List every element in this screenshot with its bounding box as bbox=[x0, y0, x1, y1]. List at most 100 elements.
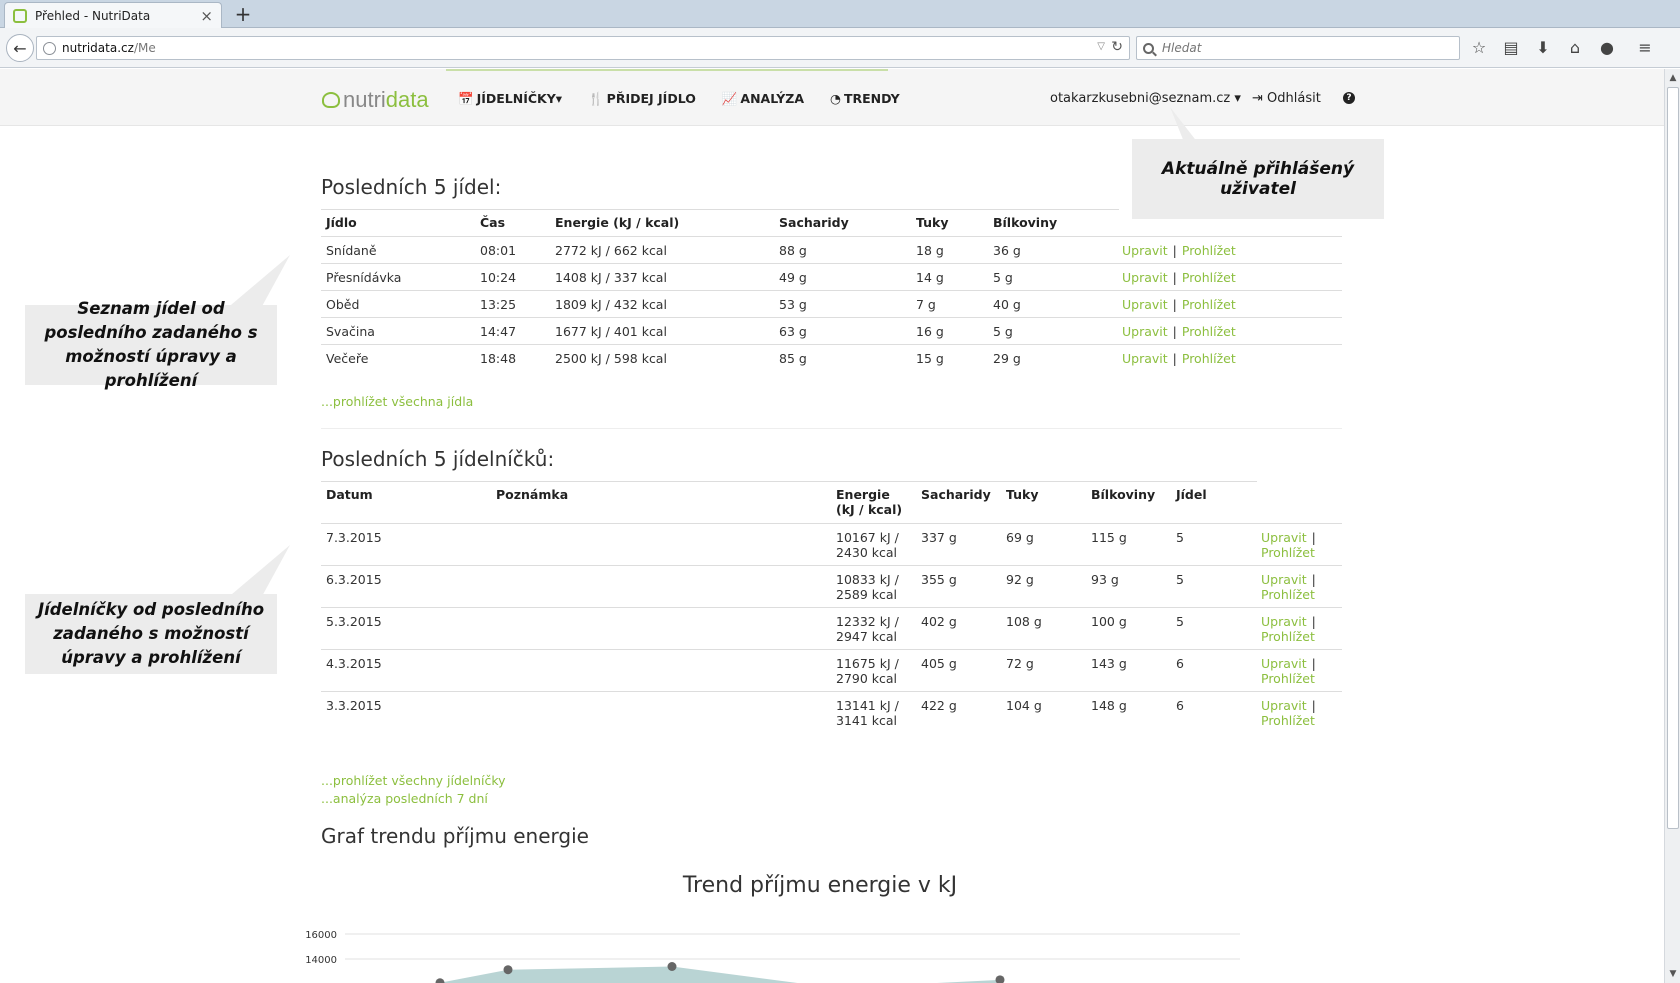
view-link[interactable]: Prohlížet bbox=[1182, 351, 1236, 366]
table-header-row: Jídlo Čas Energie (kJ / kcal) Sacharidy … bbox=[321, 210, 1342, 237]
menu-item-analyza[interactable]: 📈 ANALÝZA bbox=[722, 91, 804, 107]
edit-link[interactable]: Upravit bbox=[1122, 243, 1168, 258]
chat-icon[interactable]: ● bbox=[1596, 38, 1618, 60]
meal-energy-cell: 1677 kJ / 401 kcal bbox=[550, 317, 774, 345]
menu-protein-cell: 100 g bbox=[1086, 607, 1171, 650]
table-row: 4.3.2015 11675 kJ /2790 kcal 405 g 72 g 143 … bbox=[321, 649, 1342, 692]
view-link[interactable]: Prohlížet bbox=[1182, 270, 1236, 285]
view-link[interactable]: Prohlížet bbox=[1261, 545, 1315, 560]
column-header: Jídel bbox=[1171, 482, 1256, 524]
column-header-actions bbox=[1117, 210, 1342, 237]
meal-name-cell: Oběd bbox=[321, 290, 475, 318]
url-path: /Me bbox=[133, 41, 156, 55]
data-point[interactable] bbox=[503, 965, 513, 975]
edit-link[interactable]: Upravit bbox=[1261, 656, 1307, 671]
scroll-up-icon[interactable]: ▲ bbox=[1667, 71, 1679, 85]
edit-link[interactable]: Upravit bbox=[1122, 351, 1168, 366]
scroll-down-icon[interactable]: ▼ bbox=[1667, 967, 1679, 981]
meal-carbs-cell: 49 g bbox=[774, 263, 911, 291]
help-icon[interactable]: ? bbox=[1343, 92, 1355, 104]
view-link[interactable]: Prohlížet bbox=[1182, 324, 1236, 339]
annotation-meals: Seznam jídel od posledního zadaného s mo… bbox=[25, 299, 277, 390]
view-link[interactable]: Prohlížet bbox=[1182, 297, 1236, 312]
edit-link[interactable]: Upravit bbox=[1261, 530, 1307, 545]
chart-title: Trend příjmu energie v kJ bbox=[682, 873, 958, 898]
meal-fat-cell: 15 g bbox=[911, 344, 988, 371]
view-all-menus-link[interactable]: ...prohlížet všechny jídelníčky bbox=[321, 773, 506, 788]
bookmark-star-icon[interactable]: ☆ bbox=[1468, 38, 1490, 60]
meal-fat-cell: 16 g bbox=[911, 317, 988, 345]
reading-list-icon[interactable]: ▤ bbox=[1500, 38, 1522, 60]
analysis-last-7-days-link[interactable]: ...analýza posledních 7 dní bbox=[321, 791, 488, 806]
logout-link[interactable]: ⇥ Odhlásit bbox=[1252, 91, 1321, 106]
view-link[interactable]: Prohlížet bbox=[1182, 243, 1236, 258]
link-separator: | bbox=[1311, 614, 1316, 629]
table-row: 3.3.2015 13141 kJ /3141 kcal 422 g 104 g 148… bbox=[321, 691, 1342, 733]
download-icon[interactable]: ⬇ bbox=[1532, 38, 1554, 60]
meals-table: Jídlo Čas Energie (kJ / kcal) Sacharidy … bbox=[321, 210, 1342, 371]
home-icon[interactable]: ⌂ bbox=[1564, 38, 1586, 60]
data-point[interactable] bbox=[435, 978, 445, 983]
menu-date-cell: 6.3.2015 bbox=[321, 565, 491, 608]
menu-item-jidelnicky[interactable]: 📅 JÍDELNÍČKY▾ bbox=[458, 91, 562, 107]
view-all-meals-link[interactable]: ...prohlížet všechna jídla bbox=[321, 394, 473, 409]
user-menu-dropdown[interactable]: otakarzkusebni@seznam.cz ▾ bbox=[1050, 91, 1241, 106]
link-separator: | bbox=[1172, 324, 1177, 339]
close-tab-icon[interactable]: × bbox=[200, 7, 213, 25]
view-link[interactable]: Prohlížet bbox=[1261, 587, 1315, 602]
row-actions: Upravit | Prohlížet bbox=[1117, 344, 1342, 371]
data-point[interactable] bbox=[995, 975, 1005, 983]
meal-fat-cell: 14 g bbox=[911, 263, 988, 291]
series-area bbox=[440, 966, 1000, 983]
view-link[interactable]: Prohlížet bbox=[1261, 671, 1315, 686]
hamburger-menu-icon[interactable]: ≡ bbox=[1634, 38, 1656, 60]
tab-title: Přehled - NutriData bbox=[35, 8, 151, 23]
menu-fat-cell: 104 g bbox=[1001, 691, 1086, 733]
calendar-icon: 📅 bbox=[458, 91, 474, 106]
scrollbar-thumb[interactable] bbox=[1667, 87, 1679, 829]
edit-link[interactable]: Upravit bbox=[1122, 297, 1168, 312]
browser-tab[interactable]: Přehled - NutriData × bbox=[4, 2, 222, 28]
menu-item-trendy[interactable]: ◔ TRENDY bbox=[830, 91, 900, 107]
view-link[interactable]: Prohlížet bbox=[1261, 629, 1315, 644]
column-header: Datum bbox=[321, 482, 491, 524]
menus-table: Datum Poznámka Energie (kJ / kcal) Sacha… bbox=[321, 482, 1342, 733]
edit-link[interactable]: Upravit bbox=[1261, 572, 1307, 587]
meal-protein-cell: 36 g bbox=[993, 243, 1021, 258]
data-point[interactable] bbox=[667, 962, 677, 971]
url-bar[interactable]: nutridata.cz/Me ▽ ↻ bbox=[36, 36, 1130, 60]
new-tab-button[interactable]: + bbox=[230, 2, 256, 26]
meal-name-cell: Snídaně bbox=[326, 243, 377, 258]
edit-link[interactable]: Upravit bbox=[1261, 614, 1307, 629]
edit-link[interactable]: Upravit bbox=[1122, 324, 1168, 339]
menu-carbs-cell: 337 g bbox=[921, 530, 957, 545]
meals-table-body: Snídaně 08:01 2772 kJ / 662 kcal 88 g 18 g 36… bbox=[321, 237, 1342, 371]
energy-kcal: 2430 kcal bbox=[836, 545, 898, 560]
menu-label: TRENDY bbox=[843, 91, 900, 106]
column-header: Energie (kJ / kcal) bbox=[831, 482, 916, 524]
table-row: 5.3.2015 12332 kJ /2947 kcal 402 g 108 g 100… bbox=[321, 607, 1342, 650]
meal-time-cell: 10:24 bbox=[475, 263, 550, 291]
column-header: Bílkoviny bbox=[988, 210, 1117, 237]
sign-out-icon: ⇥ bbox=[1252, 91, 1263, 106]
url-dropdown-icon[interactable]: ▽ bbox=[1097, 41, 1105, 52]
meals-title: Posledních 5 jídel: bbox=[321, 175, 502, 199]
menu-item-pridej-jidlo[interactable]: 🍴 PŘIDEJ JÍDLO bbox=[588, 91, 696, 107]
menu-carbs-cell: 402 g bbox=[916, 607, 1001, 650]
edit-link[interactable]: Upravit bbox=[1122, 270, 1168, 285]
search-bar[interactable] bbox=[1136, 36, 1460, 60]
back-button[interactable]: ← bbox=[6, 34, 34, 62]
action-line: Upravit | bbox=[1261, 614, 1337, 629]
edit-link[interactable]: Upravit bbox=[1261, 698, 1307, 713]
view-link[interactable]: Prohlížet bbox=[1261, 713, 1315, 728]
reload-icon[interactable]: ↻ bbox=[1111, 39, 1123, 55]
meal-fat-cell: 7 g bbox=[911, 290, 988, 318]
meal-protein-cell: 5 g bbox=[988, 263, 1117, 291]
column-header: Sacharidy bbox=[774, 210, 911, 237]
site-logo[interactable]: nutri data bbox=[322, 87, 429, 113]
menu-label: ANALÝZA bbox=[740, 91, 805, 106]
column-header: Bílkoviny bbox=[1086, 482, 1171, 524]
search-input[interactable] bbox=[1162, 41, 1442, 55]
page-scrollbar[interactable]: ▲ ▼ bbox=[1664, 69, 1680, 983]
row-actions: Upravit | Prohlížet bbox=[1256, 691, 1342, 733]
